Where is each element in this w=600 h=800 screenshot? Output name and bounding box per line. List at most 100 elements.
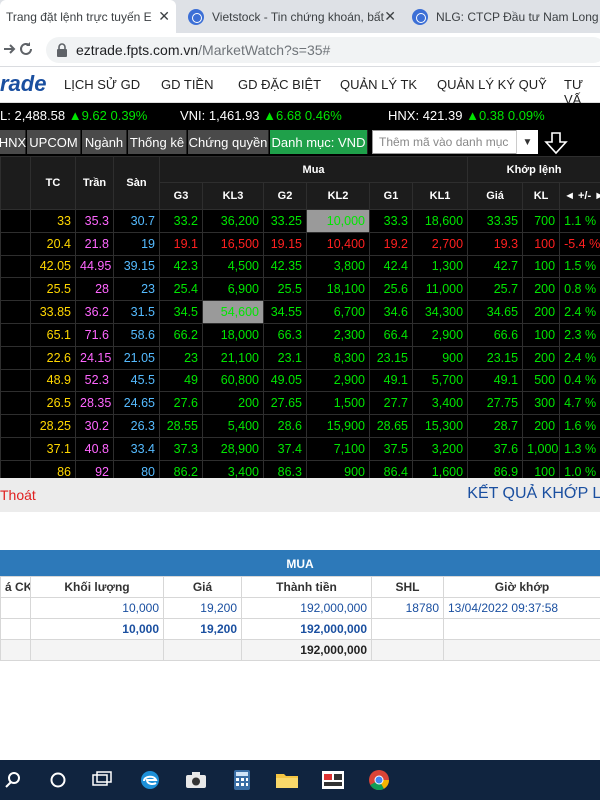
calculator-icon[interactable] — [229, 768, 255, 792]
col-header[interactable]: G1 — [369, 182, 413, 210]
logout-link[interactable]: Thoát — [0, 487, 36, 503]
cell-san: 33.4 — [113, 436, 160, 461]
board-row[interactable]: 33 35.3 30.7 33.2 36,200 33.25 10,000 33.3 18,60… — [0, 209, 600, 233]
reload-icon[interactable] — [18, 41, 34, 57]
cell-kl1: 3,200 — [411, 436, 469, 461]
symbol-cell[interactable] — [0, 345, 31, 370]
nav-gd-tien[interactable]: GD TIỀN — [161, 77, 214, 92]
screen: Trang đặt lệnh trực tuyến EzTr ✕ Vietsto… — [0, 0, 600, 800]
tab-hnx[interactable]: HNX — [0, 130, 26, 154]
col-header[interactable]: KL2 — [306, 182, 370, 210]
symbol-cell[interactable] — [0, 391, 31, 416]
cell-g1: 19.2 — [369, 231, 413, 256]
symbol-cell[interactable] — [0, 436, 31, 461]
cell-kl: 100 — [522, 231, 561, 256]
board-row[interactable]: 28.25 30.2 26.3 28.55 5,400 28.6 15,900 28.65 15… — [0, 414, 600, 438]
camera-icon[interactable] — [183, 768, 209, 792]
browser-tab-eztrade[interactable]: Trang đặt lệnh trực tuyến EzTr ✕ — [0, 0, 176, 33]
col-header[interactable]: G3 — [159, 182, 203, 210]
col-header: á CK — [0, 576, 31, 598]
dropdown-icon[interactable]: ▼ — [516, 130, 538, 154]
board-row[interactable]: 22.6 24.15 21.05 23 21,100 23.1 8,300 23.15 900 2… — [0, 345, 600, 370]
col-header[interactable]: Sàn — [113, 156, 160, 210]
board-row[interactable]: 26.5 28.35 24.65 27.6 200 27.65 1,500 27.7 3,400… — [0, 391, 600, 416]
cell-pct: 0.4 % — [559, 368, 600, 393]
tab-title: Vietstock - Tin chứng khoán, bất — [212, 9, 384, 24]
app-icon[interactable] — [320, 768, 346, 792]
subtotal-price: 19,200 — [163, 618, 242, 640]
board-row[interactable]: 65.1 71.6 58.6 66.2 18,000 66.3 2,300 66.4 2,900… — [0, 322, 600, 347]
symbol-cell[interactable] — [0, 368, 31, 393]
results-section-header: MUA — [0, 550, 600, 576]
search-icon[interactable] — [0, 768, 26, 792]
cell-kl2: 10,400 — [306, 231, 370, 256]
cell-g2: 23.1 — [263, 345, 307, 370]
cell-gia: 37.6 — [467, 436, 524, 461]
url-host: eztrade.fpts.com.vn — [76, 42, 199, 58]
board-row[interactable]: 37.1 40.8 33.4 37.3 28,900 37.4 7,100 37.5 3,200… — [0, 436, 600, 461]
browser-tab-vietstock[interactable]: Vietstock - Tin chứng khoán, bất ✕ — [180, 0, 402, 33]
board-row[interactable]: 20.4 21.8 19 19.1 16,500 19.15 10,400 19.2 2,700… — [0, 231, 600, 256]
address-bar[interactable]: eztrade.fpts.com.vn/MarketWatch?s=35# — [46, 37, 600, 63]
cell-tran: 52.3 — [75, 368, 114, 393]
close-tab-icon[interactable]: ✕ — [158, 8, 170, 25]
col-header[interactable]: G2 — [263, 182, 307, 210]
cell-pct: -5.4 % — [559, 231, 600, 256]
board-row[interactable]: 25.5 28 23 25.4 6,900 25.5 18,100 25.6 11,000 25.… — [0, 277, 600, 302]
cell-kl3: 21,100 — [202, 345, 264, 370]
nav-lich-su-gd[interactable]: LỊCH SỬ GD — [64, 77, 140, 92]
col-header[interactable]: KL1 — [411, 182, 469, 210]
cell-kl3: 4,500 — [202, 254, 264, 279]
col-header[interactable]: Giá — [467, 182, 524, 210]
folder-icon[interactable] — [274, 768, 300, 792]
nav-quan-ly-ky-quy[interactable]: QUẢN LÝ KÝ QUỸ — [437, 77, 547, 92]
action-strip: Thoát KẾT QUẢ KHỚP LỆ — [0, 478, 600, 512]
file-explorer-icon[interactable] — [89, 768, 115, 792]
download-arrow-icon[interactable] — [542, 131, 570, 155]
table-row[interactable]: 10,000 19,200 192,000,000 18780 13/04/20… — [0, 597, 600, 619]
symbol-cell[interactable] — [0, 322, 31, 347]
nav-gd-dac-biet[interactable]: GD ĐẶC BIỆT — [238, 77, 321, 92]
board-row[interactable]: 48.9 52.3 45.5 49 60,800 49.05 2,900 49.1 5,700 4… — [0, 368, 600, 393]
tab-chung-quyen[interactable]: Chứng quyền — [188, 130, 269, 154]
col-header[interactable]: KL — [522, 182, 561, 210]
task-view-icon[interactable] — [45, 768, 71, 792]
close-tab-icon[interactable]: ✕ — [384, 8, 396, 25]
browser-tab-nlg[interactable]: NLG: CTCP Đầu tư Nam Long - N — [404, 0, 600, 33]
col-header[interactable]: TC — [30, 156, 76, 210]
symbol-cell[interactable] — [0, 209, 31, 233]
cell-kl1: 34,300 — [411, 300, 469, 324]
col-header[interactable]: KL3 — [202, 182, 264, 210]
cell-san: 26.3 — [113, 414, 160, 438]
board-tabs: HNX UPCOM Ngành Thống kê Chứng quyền Dan… — [0, 128, 600, 156]
symbol-cell[interactable] — [0, 254, 31, 279]
tab-nganh[interactable]: Ngành — [82, 130, 127, 154]
tab-thong-ke[interactable]: Thống kê — [128, 130, 187, 154]
chrome-icon[interactable] — [366, 768, 392, 792]
nav-quan-ly-tk[interactable]: QUẢN LÝ TK — [340, 77, 417, 92]
symbol-cell[interactable] — [0, 277, 31, 302]
symbol-cell[interactable] — [0, 300, 31, 324]
cell-gia: 66.6 — [467, 322, 524, 347]
cell-san: 58.6 — [113, 322, 160, 347]
tab-title: Trang đặt lệnh trực tuyến EzTr — [6, 9, 152, 24]
edge-icon[interactable] — [137, 768, 163, 792]
col-header-change-toggle[interactable]: ◄ +/- ► — [559, 182, 600, 210]
tab-danh-muc[interactable]: Danh mục: VND — [270, 130, 368, 154]
board-row[interactable]: 42.05 44.95 39.15 42.3 4,500 42.35 3,800 42.4 1,… — [0, 254, 600, 279]
cell-kl: 500 — [522, 368, 561, 393]
add-symbol-input[interactable]: Thêm mã vào danh mục — [372, 130, 538, 154]
forward-icon[interactable] — [2, 42, 16, 56]
cell-kl2: 2,900 — [306, 368, 370, 393]
tab-upcom[interactable]: UPCOM — [27, 130, 81, 154]
cell-g3: 37.3 — [159, 436, 203, 461]
col-header[interactable]: Trần — [75, 156, 114, 210]
cell-tc: 33 — [30, 209, 76, 233]
cell-tran: 21.8 — [75, 231, 114, 256]
symbol-cell[interactable] — [0, 231, 31, 256]
symbol-cell[interactable] — [0, 414, 31, 438]
board-row[interactable]: 33.85 36.2 31.5 34.5 54,600 34.55 6,700 34.6 34,… — [0, 300, 600, 324]
site-logo[interactable]: rade — [0, 71, 46, 97]
cell-san: 30.7 — [113, 209, 160, 233]
cell-kl: 300 — [522, 391, 561, 416]
